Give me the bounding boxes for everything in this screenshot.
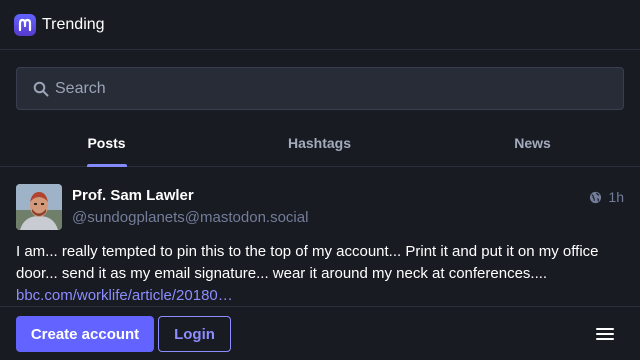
tab-bar: Posts Hashtags News bbox=[0, 120, 640, 167]
search-box[interactable] bbox=[16, 67, 624, 110]
tab-hashtags-label: Hashtags bbox=[287, 135, 352, 151]
post-time[interactable]: 1h bbox=[608, 189, 624, 205]
post-display-name[interactable]: Prof. Sam Lawler bbox=[72, 187, 194, 204]
tab-posts-label: Posts bbox=[87, 135, 126, 151]
tab-news-label: News bbox=[514, 135, 551, 151]
footer-bar: Create account Login bbox=[0, 306, 640, 360]
search-input[interactable] bbox=[55, 68, 615, 109]
create-account-button[interactable]: Create account bbox=[16, 316, 154, 352]
mastodon-logo-icon[interactable] bbox=[14, 13, 36, 36]
post-content: I am... really tempted to pin this to th… bbox=[16, 241, 616, 307]
post-text: I am... really tempted to pin this to th… bbox=[16, 243, 599, 282]
search-icon bbox=[33, 81, 49, 97]
avatar[interactable] bbox=[16, 184, 62, 230]
post-meta: 1h bbox=[589, 189, 624, 205]
post-link[interactable]: bbc.com/worklife/article/20180… bbox=[16, 287, 233, 304]
active-tab-indicator bbox=[87, 164, 127, 167]
page-title: Trending bbox=[42, 15, 105, 33]
globe-icon bbox=[590, 191, 602, 203]
login-button[interactable]: Login bbox=[158, 316, 231, 352]
status-post[interactable]: Prof. Sam Lawler @sundogplanets@mastodon… bbox=[0, 168, 640, 306]
app-header: Trending bbox=[0, 0, 640, 50]
tab-news[interactable]: News bbox=[426, 120, 639, 166]
hamburger-menu-icon[interactable] bbox=[594, 326, 616, 342]
post-handle[interactable]: @sundogplanets@mastodon.social bbox=[72, 209, 308, 226]
tab-hashtags[interactable]: Hashtags bbox=[213, 120, 426, 166]
tab-posts[interactable]: Posts bbox=[0, 120, 213, 166]
